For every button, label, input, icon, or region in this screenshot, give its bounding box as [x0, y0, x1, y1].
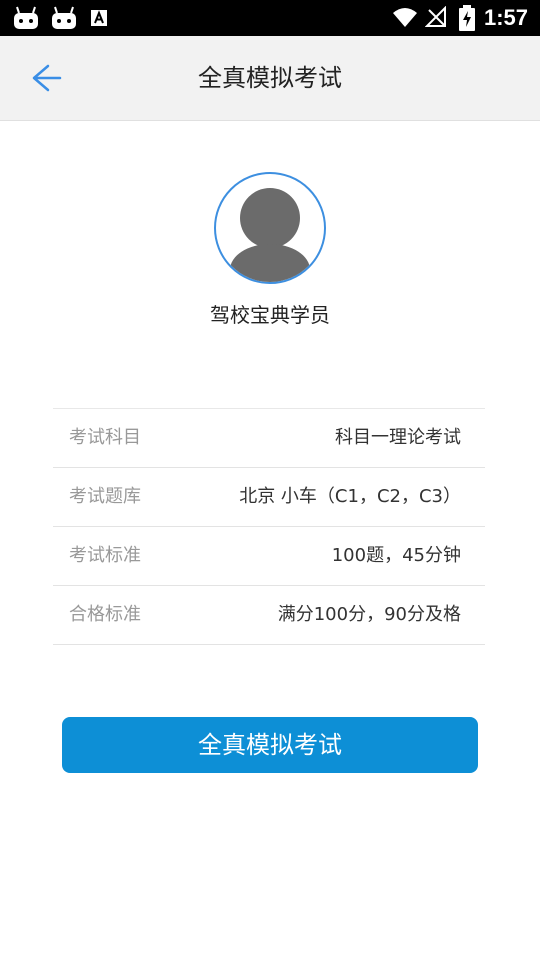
info-row-question-bank: 考试题库 北京 小车（C1，C2，C3） — [53, 468, 485, 527]
info-value: 100题，45分钟 — [331, 545, 461, 566]
info-row-pass-standard: 合格标准 满分100分，90分及格 — [53, 586, 485, 645]
info-label: 考试题库 — [69, 486, 141, 507]
no-signal-icon — [425, 6, 446, 27]
info-value: 科目一理论考试 — [335, 427, 461, 448]
info-label: 考试科目 — [69, 427, 141, 448]
info-row-subject: 考试科目 科目一理论考试 — [53, 409, 485, 468]
info-value: 北京 小车（C1，C2，C3） — [239, 486, 461, 507]
battery-charging-icon — [459, 5, 475, 31]
exam-info-table: 考试科目 科目一理论考试 考试题库 北京 小车（C1，C2，C3） 考试标准 1… — [53, 408, 485, 645]
wifi-icon — [393, 8, 417, 27]
android-debug-icon — [52, 6, 76, 29]
info-label: 合格标准 — [69, 604, 141, 625]
info-label: 考试标准 — [69, 545, 141, 566]
avatar — [214, 172, 326, 284]
app-header: 全真模拟考试 — [0, 36, 540, 121]
username: 驾校宝典学员 — [210, 303, 330, 327]
android-debug-icon — [14, 6, 38, 29]
clock-time: 1:57 — [483, 5, 528, 30]
info-value: 满分100分，90分及格 — [277, 604, 461, 625]
user-silhouette-icon — [230, 188, 310, 282]
a-letter-icon — [91, 10, 107, 26]
page-title: 全真模拟考试 — [198, 64, 342, 92]
start-exam-button[interactable]: 全真模拟考试 — [62, 717, 478, 773]
status-bar: 1:57 — [0, 0, 540, 36]
info-row-exam-standard: 考试标准 100题，45分钟 — [53, 527, 485, 586]
